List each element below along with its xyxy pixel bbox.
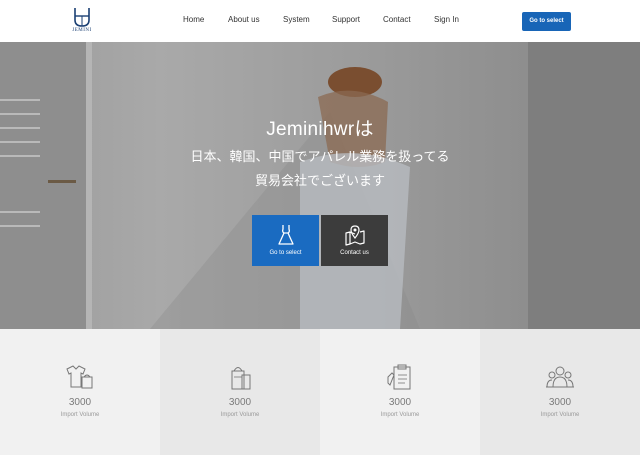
map-pin-icon [344, 225, 365, 246]
dress-icon [277, 225, 294, 245]
brand-logo[interactable]: JEMINI [68, 6, 96, 38]
stat-number: 3000 [68, 397, 92, 408]
nav-home[interactable]: Home [183, 15, 204, 24]
nav-about-us[interactable]: About us [228, 15, 260, 24]
contact-us-tile-label: Contact us [340, 250, 369, 256]
hero-subtitle-line1: 日本、韓国、中国でアパレル業務を扱ってる [190, 149, 450, 164]
contact-us-tile[interactable]: Contact us [321, 215, 388, 266]
hero-banner: Jeminihwrは 日本、韓国、中国でアパレル業務を扱ってる 貿易会社でござい… [0, 42, 640, 329]
people-icon [546, 366, 574, 388]
stat-number: 3000 [228, 397, 252, 408]
nav-support[interactable]: Support [332, 15, 360, 24]
stat-number: 3000 [388, 397, 412, 408]
hero-title: Jeminihwrは [266, 119, 374, 140]
go-to-select-tile[interactable]: Go to select [252, 215, 319, 266]
shopping-bag-icon [231, 367, 251, 390]
go-to-select-tile-label: Go to select [269, 250, 302, 256]
go-to-select-button[interactable]: Go to select [522, 12, 571, 31]
top-navbar: JEMINI Home About us System Support Cont… [0, 0, 640, 42]
stat-label: Import Volume [380, 412, 420, 418]
jemini-logo-icon [74, 8, 90, 27]
clipboard-icon [387, 364, 411, 390]
hero-subtitle-line2: 貿易会社でございます [254, 173, 385, 188]
stat-card: 3000 Import Volume [160, 329, 320, 455]
stat-label: Import Volume [60, 412, 100, 418]
nav-system[interactable]: System [283, 15, 310, 24]
stat-card: 3000 Import Volume [480, 329, 640, 455]
stat-label: Import Volume [220, 412, 260, 418]
stat-card: 3000 Import Volume [0, 329, 160, 455]
clothes-icon [66, 365, 93, 389]
nav-contact[interactable]: Contact [383, 15, 411, 24]
nav-sign-in[interactable]: Sign In [434, 15, 459, 24]
stat-card: 3000 Import Volume [320, 329, 480, 455]
stat-label: Import Volume [540, 412, 580, 418]
stat-number: 3000 [548, 397, 572, 408]
stats-section: 3000 Import Volume 3000 Import Volume 30… [0, 329, 640, 455]
logo-text: JEMINI [72, 28, 92, 33]
